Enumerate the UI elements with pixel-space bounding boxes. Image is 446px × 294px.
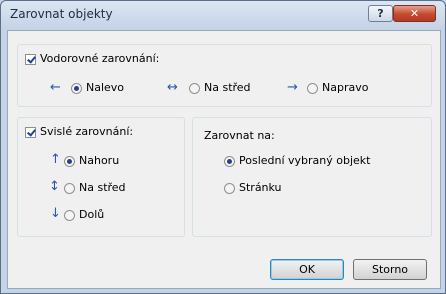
radio-align-center-v[interactable] [64, 183, 75, 194]
radio-align-bottom[interactable] [64, 210, 75, 221]
dialog-window: Zarovnat objekty ? ✕ Vodorovné zarovnání… [0, 0, 446, 294]
radio-last-selected-object[interactable] [224, 156, 235, 167]
radio-align-top-label[interactable]: Nahoru [79, 154, 119, 167]
cancel-button[interactable]: Storno [353, 259, 427, 280]
center-horizontal-icon: ↔ [167, 80, 178, 95]
radio-align-center-h[interactable] [189, 83, 200, 94]
horizontal-alignment-label[interactable]: Vodorovné zarovnání: [40, 52, 159, 65]
close-button[interactable]: ✕ [393, 5, 436, 22]
ok-button[interactable]: OK [270, 259, 344, 280]
radio-align-left[interactable] [71, 83, 82, 94]
radio-align-right-label[interactable]: Napravo [322, 81, 368, 94]
radio-align-left-label[interactable]: Nalevo [86, 81, 124, 94]
vertical-alignment-checkbox[interactable] [25, 127, 36, 138]
align-to-group: Zarovnat na: Poslední vybraný objekt Str… [192, 117, 432, 237]
dialog-body: Vodorovné zarovnání: ← Nalevo ↔ Na střed… [7, 30, 441, 289]
arrow-up-icon: ↑ [50, 152, 61, 167]
window-title: Zarovnat objekty [10, 7, 113, 21]
radio-align-center-v-label[interactable]: Na střed [79, 181, 126, 194]
align-to-heading: Zarovnat na: [204, 129, 275, 142]
horizontal-alignment-checkbox[interactable] [25, 54, 36, 65]
radio-page[interactable] [224, 183, 235, 194]
arrow-down-icon: ↓ [50, 206, 61, 221]
vertical-alignment-label[interactable]: Svislé zarovnání: [40, 125, 133, 138]
radio-align-bottom-label[interactable]: Dolů [79, 208, 104, 221]
radio-last-selected-object-label[interactable]: Poslední vybraný objekt [239, 154, 371, 167]
help-button[interactable]: ? [368, 5, 393, 22]
arrow-left-icon: ← [50, 80, 61, 95]
radio-align-right[interactable] [307, 83, 318, 94]
radio-page-label[interactable]: Stránku [239, 181, 282, 194]
vertical-alignment-group: Svislé zarovnání: ↑ Nahoru ↕ Na střed ↓ … [17, 117, 185, 237]
title-bar[interactable]: Zarovnat objekty ? ✕ [1, 1, 445, 29]
horizontal-alignment-group: Vodorovné zarovnání: ← Nalevo ↔ Na střed… [17, 44, 432, 107]
arrow-right-icon: → [287, 80, 298, 95]
radio-align-top[interactable] [64, 156, 75, 167]
center-vertical-icon: ↕ [49, 179, 60, 194]
radio-align-center-h-label[interactable]: Na střed [204, 81, 251, 94]
